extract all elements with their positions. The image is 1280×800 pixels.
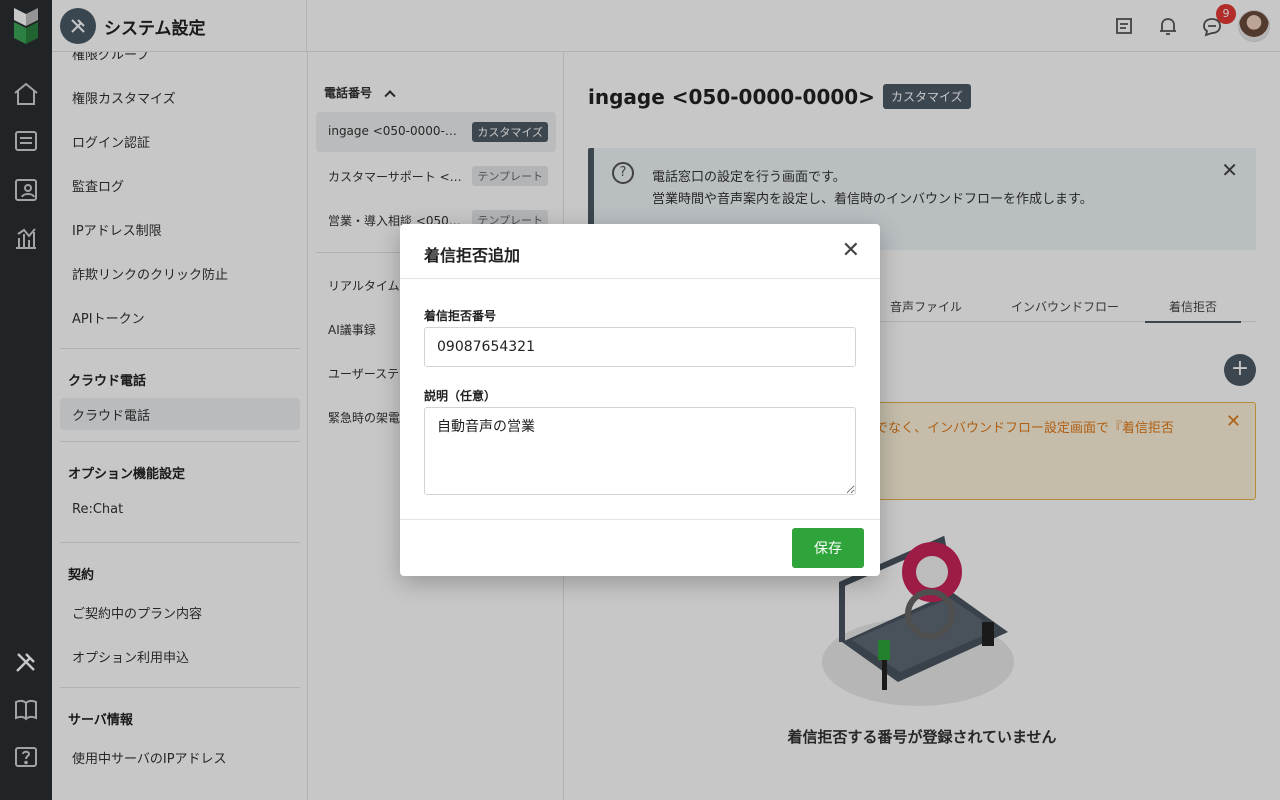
description-textarea[interactable]: 自動音声の営業	[424, 407, 856, 495]
save-button[interactable]: 保存	[792, 528, 864, 568]
add-block-modal: 着信拒否追加 ✕ 着信拒否番号 説明（任意） 自動音声の営業 保存	[400, 224, 880, 576]
number-label: 着信拒否番号	[424, 309, 497, 323]
modal-title: 着信拒否追加	[424, 246, 521, 265]
description-label: 説明（任意）	[424, 389, 497, 403]
blocked-number-input[interactable]	[424, 327, 856, 367]
close-icon[interactable]: ✕	[842, 238, 860, 263]
